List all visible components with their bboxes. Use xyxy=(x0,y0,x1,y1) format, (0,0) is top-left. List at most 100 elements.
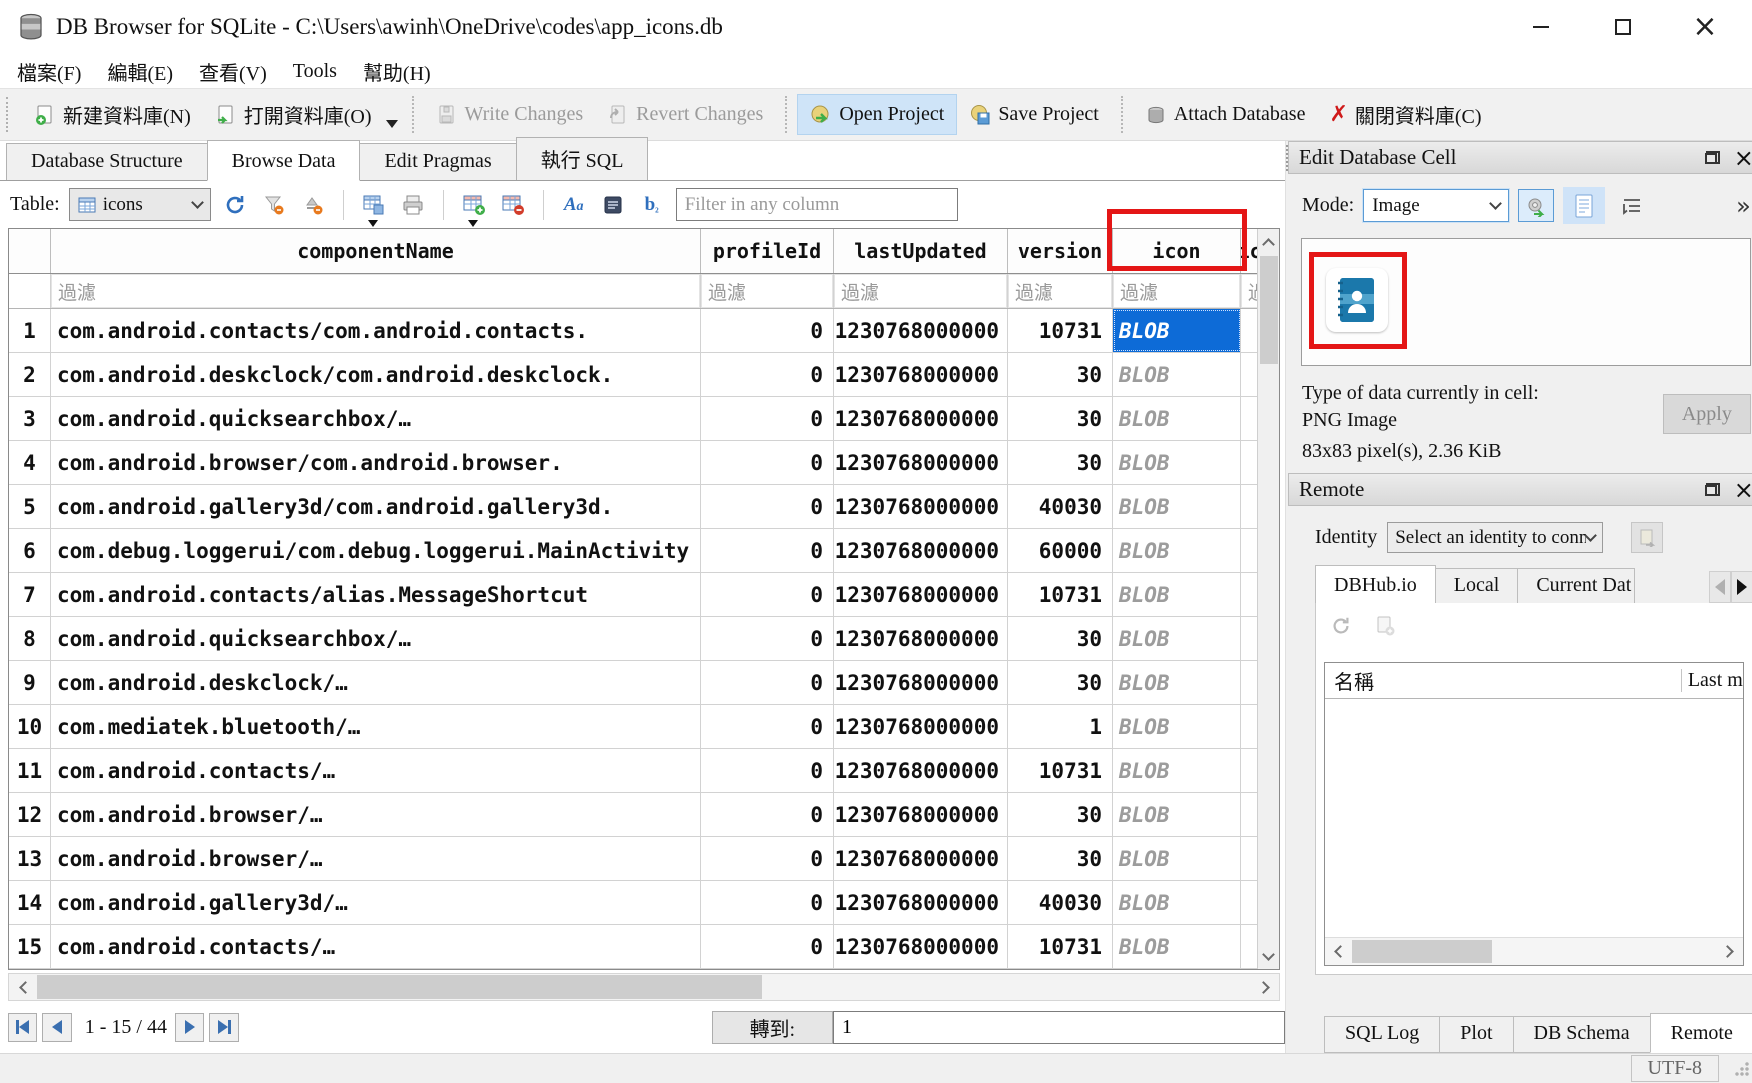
save-table-button[interactable] xyxy=(359,190,389,220)
tabs-scroll-right-icon[interactable] xyxy=(1731,571,1752,603)
version-cell[interactable]: 30 xyxy=(1008,397,1113,440)
last-updated-cell[interactable]: 1230768000000 xyxy=(834,573,1008,616)
text-mode-button[interactable] xyxy=(1563,187,1605,224)
close-panel-icon[interactable]: × xyxy=(1734,146,1752,170)
version-cell[interactable]: 10731 xyxy=(1008,749,1113,792)
scroll-right-arrow-icon[interactable] xyxy=(1717,938,1743,965)
row-number-cell[interactable]: 14 xyxy=(9,881,51,924)
insert-record-dropdown-icon[interactable] xyxy=(468,220,478,227)
version-cell[interactable]: 30 xyxy=(1008,617,1113,660)
icon-blob-cell[interactable]: BLOB xyxy=(1113,397,1241,440)
row-number-cell[interactable]: 7 xyxy=(9,573,51,616)
new-database-button[interactable]: 新建資料庫(N) xyxy=(22,92,203,137)
horizontal-scrollbar[interactable] xyxy=(8,973,1280,1001)
last-updated-cell[interactable]: 1230768000000 xyxy=(834,309,1008,352)
row-number-cell[interactable]: 12 xyxy=(9,793,51,836)
profile-id-cell[interactable]: 0 xyxy=(701,925,834,968)
import-certificate-button[interactable] xyxy=(1631,522,1663,553)
filter-lastUpdated[interactable]: 過濾 xyxy=(834,274,1008,308)
component-name-cell[interactable]: com.android.contacts/… xyxy=(51,925,701,968)
row-number-cell[interactable]: 6 xyxy=(9,529,51,572)
row-number-cell[interactable]: 15 xyxy=(9,925,51,968)
delete-record-button[interactable] xyxy=(498,190,528,220)
last-updated-cell[interactable]: 1230768000000 xyxy=(834,837,1008,880)
component-name-cell[interactable]: com.debug.loggerui/com.debug.loggerui.Ma… xyxy=(51,529,701,572)
row-number-cell[interactable]: 9 xyxy=(9,661,51,704)
icon-blob-cell[interactable]: BLOB xyxy=(1113,573,1241,616)
print-rows-button[interactable] xyxy=(598,190,628,220)
tab-execute-sql[interactable]: 執行 SQL xyxy=(516,137,649,180)
icon-blob-cell[interactable]: BLOB xyxy=(1113,309,1241,352)
component-name-cell[interactable]: com.android.browser/… xyxy=(51,793,701,836)
format-text-b-button[interactable]: b₂ xyxy=(637,190,667,220)
icon-blob-cell[interactable]: BLOB xyxy=(1113,837,1241,880)
open-database-button[interactable]: 打開資料庫(O) xyxy=(203,92,384,137)
write-changes-button[interactable]: Write Changes xyxy=(424,95,596,134)
profile-id-cell[interactable]: 0 xyxy=(701,749,834,792)
scroll-down-arrow-icon[interactable] xyxy=(1258,943,1279,969)
component-name-cell[interactable]: com.android.deskclock/… xyxy=(51,661,701,704)
icon-blob-cell[interactable]: BLOB xyxy=(1113,529,1241,572)
row-number-cell[interactable]: 1 xyxy=(9,309,51,352)
remote-refresh-icon[interactable] xyxy=(1330,615,1352,642)
close-database-button[interactable]: ✗ 關閉資料庫(C) xyxy=(1317,92,1493,137)
version-cell[interactable]: 30 xyxy=(1008,353,1113,396)
icon-blob-cell[interactable]: BLOB xyxy=(1113,353,1241,396)
version-cell[interactable]: 40030 xyxy=(1008,881,1113,924)
tab-dbhub[interactable]: DBHub.io xyxy=(1315,565,1436,603)
icon-blob-cell[interactable]: BLOB xyxy=(1113,925,1241,968)
menu-file[interactable]: 檔案(F) xyxy=(4,55,94,88)
component-name-cell[interactable]: com.android.deskclock/com.android.deskcl… xyxy=(51,353,701,396)
last-updated-cell[interactable]: 1230768000000 xyxy=(834,397,1008,440)
float-panel-icon[interactable] xyxy=(1705,483,1720,496)
component-name-cell[interactable]: com.mediatek.bluetooth/… xyxy=(51,705,701,748)
menu-view[interactable]: 查看(V) xyxy=(186,55,280,88)
tab-db-schema[interactable]: DB Schema xyxy=(1513,1016,1651,1053)
clear-filters-button[interactable] xyxy=(259,190,289,220)
remote-scrollbar-thumb[interactable] xyxy=(1352,940,1492,963)
version-cell[interactable]: 60000 xyxy=(1008,529,1113,572)
table-select[interactable]: icons xyxy=(69,188,211,221)
filter-icon[interactable]: 過濾 xyxy=(1113,274,1241,308)
scroll-left-arrow-icon[interactable] xyxy=(9,974,37,1000)
version-cell[interactable]: 30 xyxy=(1008,661,1113,704)
profile-id-cell[interactable]: 0 xyxy=(701,441,834,484)
tab-local[interactable]: Local xyxy=(1435,568,1519,603)
version-cell[interactable]: 10731 xyxy=(1008,309,1113,352)
profile-id-cell[interactable]: 0 xyxy=(701,617,834,660)
icon-blob-cell[interactable]: BLOB xyxy=(1113,617,1241,660)
menu-help[interactable]: 幫助(H) xyxy=(350,55,444,88)
tab-database-structure[interactable]: Database Structure xyxy=(6,143,208,180)
component-name-cell[interactable]: com.android.browser/… xyxy=(51,837,701,880)
tab-plot[interactable]: Plot xyxy=(1439,1016,1513,1053)
column-header-componentName[interactable]: componentName xyxy=(51,229,701,273)
last-updated-cell[interactable]: 1230768000000 xyxy=(834,661,1008,704)
last-record-button[interactable] xyxy=(209,1013,238,1042)
print-button[interactable] xyxy=(398,190,428,220)
last-updated-cell[interactable]: 1230768000000 xyxy=(834,881,1008,924)
filter-version[interactable]: 過濾 xyxy=(1008,274,1113,308)
profile-id-cell[interactable]: 0 xyxy=(701,793,834,836)
version-cell[interactable]: 30 xyxy=(1008,837,1113,880)
last-updated-cell[interactable]: 1230768000000 xyxy=(834,485,1008,528)
row-number-cell[interactable]: 2 xyxy=(9,353,51,396)
profile-id-cell[interactable]: 0 xyxy=(701,837,834,880)
maximize-button[interactable] xyxy=(1582,2,1664,52)
revert-changes-button[interactable]: Revert Changes xyxy=(595,95,775,134)
row-number-cell[interactable]: 13 xyxy=(9,837,51,880)
version-cell[interactable]: 10731 xyxy=(1008,925,1113,968)
component-name-cell[interactable]: com.android.quicksearchbox/… xyxy=(51,617,701,660)
component-name-cell[interactable]: com.android.quicksearchbox/… xyxy=(51,397,701,440)
row-number-cell[interactable]: 5 xyxy=(9,485,51,528)
goto-button[interactable]: 轉到: xyxy=(712,1011,833,1044)
column-header-lastUpdated[interactable]: lastUpdated xyxy=(834,229,1008,273)
version-cell[interactable]: 10731 xyxy=(1008,573,1113,616)
version-cell[interactable]: 1 xyxy=(1008,705,1113,748)
profile-id-cell[interactable]: 0 xyxy=(701,881,834,924)
row-number-cell[interactable]: 10 xyxy=(9,705,51,748)
minimize-button[interactable] xyxy=(1500,2,1582,52)
identity-select[interactable]: Select an identity to conne xyxy=(1387,522,1603,553)
last-updated-cell[interactable]: 1230768000000 xyxy=(834,353,1008,396)
last-updated-cell[interactable]: 1230768000000 xyxy=(834,529,1008,572)
filter-profileId[interactable]: 過濾 xyxy=(701,274,834,308)
